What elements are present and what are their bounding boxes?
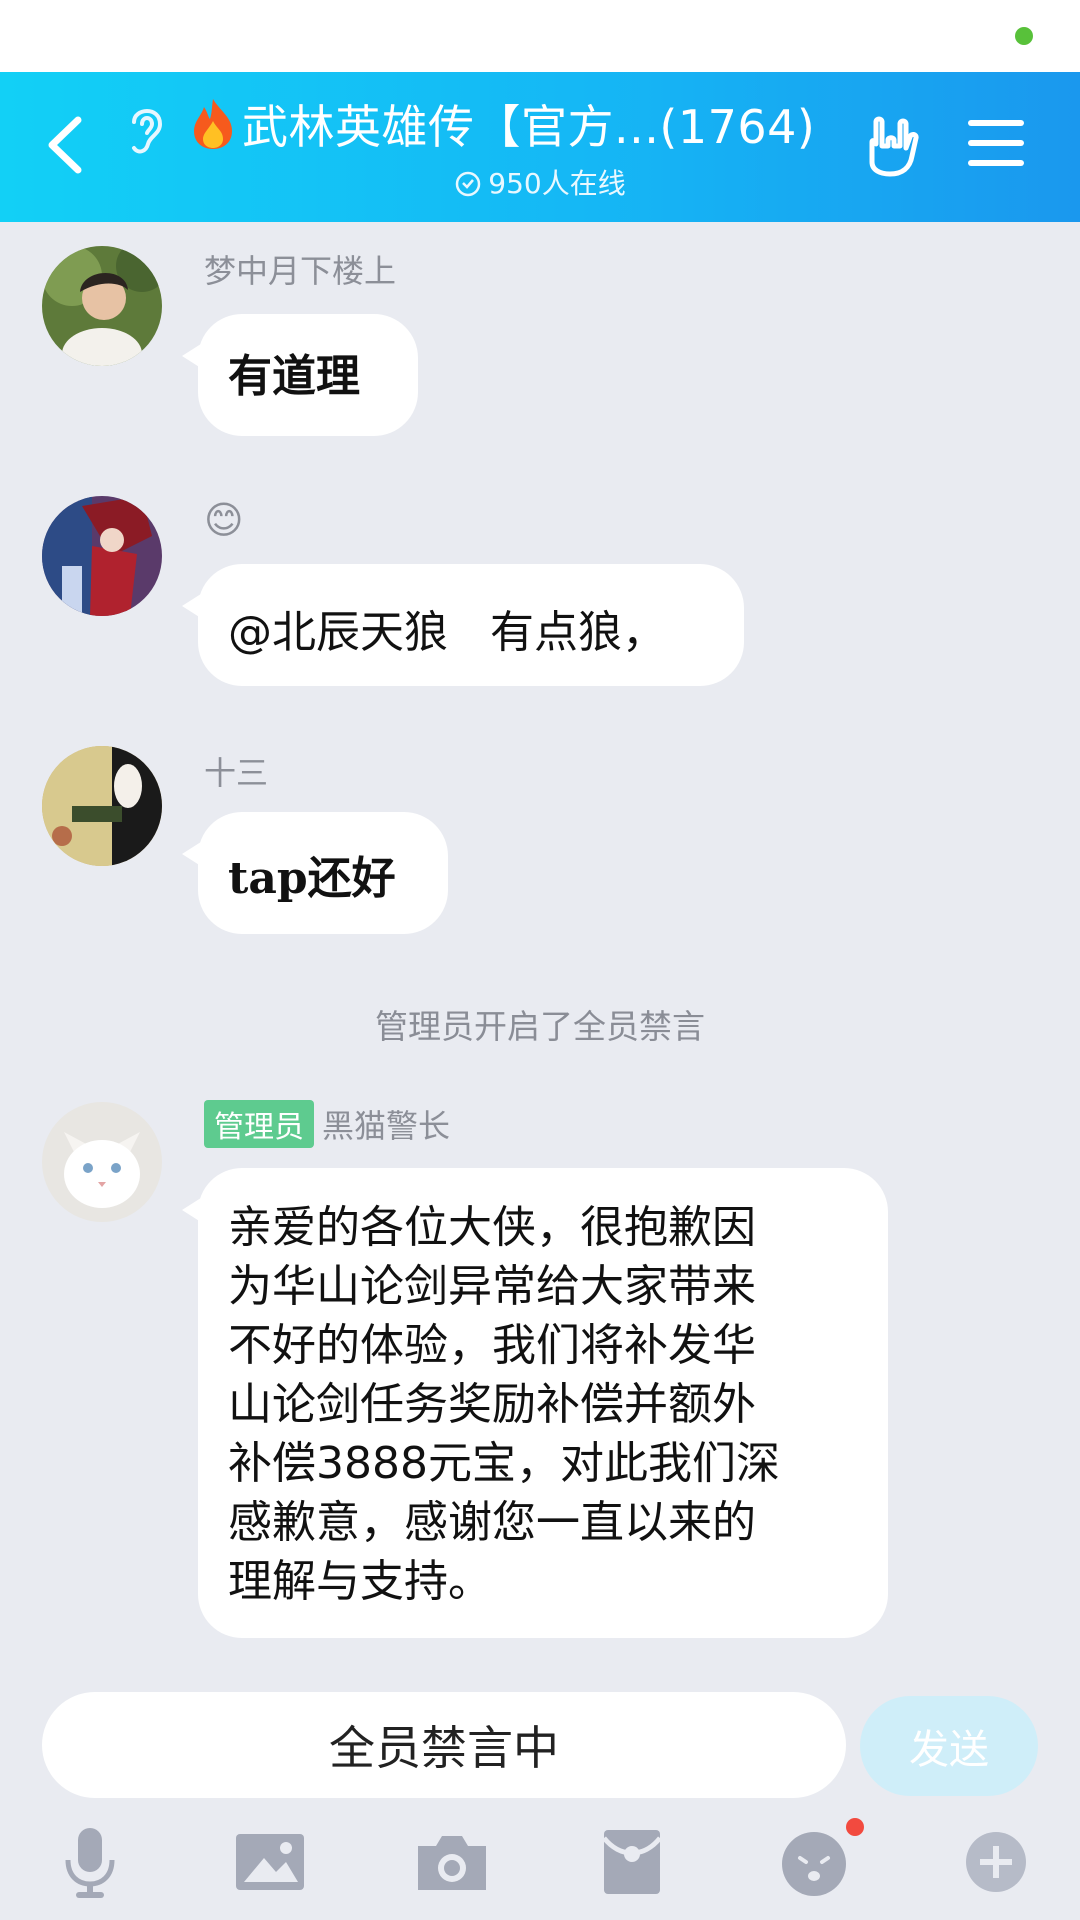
status-indicator-icon	[1015, 27, 1033, 45]
message-bubble[interactable]: 有道理	[182, 314, 418, 436]
message-bubble[interactable]: 亲爱的各位大侠，很抱歉因 为华山论剑异常给大家带来 不好的体验，我们将补发华 山…	[182, 1168, 888, 1638]
online-text: 950人在线	[488, 167, 626, 200]
camera-icon[interactable]	[414, 1824, 490, 1900]
notification-dot	[846, 1818, 864, 1836]
chat-header: 武林英雄传【官方...(1764) 950人在线	[0, 72, 1080, 222]
menu-icon[interactable]	[968, 120, 1024, 170]
user-avatar-icon	[42, 246, 162, 366]
title-row: 武林英雄传【官方...(1764)	[190, 94, 840, 154]
avatar[interactable]	[42, 496, 162, 616]
system-notice: 管理员开启了全员禁言	[375, 1007, 705, 1046]
online-check-icon	[456, 171, 481, 197]
message-line: 不好的体验，我们将补发华	[228, 1320, 756, 1371]
input-status-text: 全员禁言中	[329, 1721, 559, 1775]
message-input[interactable]: 全员禁言中	[42, 1692, 846, 1798]
sender-name: 😊	[204, 498, 244, 542]
group-title[interactable]: 武林英雄传【官方...(1764)	[242, 91, 815, 157]
send-label: 发送	[909, 1727, 989, 1773]
status-bar	[0, 0, 1080, 72]
message-line: 补偿3888元宝，对此我们深	[228, 1438, 780, 1489]
message-bubble[interactable]: @北辰天狼 有点狼，	[182, 564, 744, 686]
message-line: 山论剑任务奖励补偿并额外	[228, 1379, 756, 1430]
message-text: 有道理	[228, 351, 360, 402]
admin-badge: 管理员	[204, 1100, 314, 1148]
message-line: 亲爱的各位大侠，很抱歉因	[228, 1202, 756, 1253]
sender-name: 十三	[204, 754, 269, 792]
message-line: 理解与支持。	[228, 1556, 492, 1607]
cat-avatar-icon	[42, 1102, 162, 1222]
message-line: 为华山论剑异常给大家带来	[228, 1261, 756, 1312]
avatar[interactable]	[42, 246, 162, 366]
ear-icon[interactable]	[120, 100, 170, 160]
message-text: tap还好	[228, 853, 396, 904]
message-text: @北辰天狼 有点狼，	[228, 607, 666, 658]
emoji-icon[interactable]	[776, 1824, 852, 1900]
sender-name: 梦中月下楼上	[204, 252, 397, 290]
user-avatar-icon	[42, 746, 162, 866]
microphone-icon[interactable]	[52, 1824, 128, 1900]
image-icon[interactable]	[232, 1824, 308, 1900]
plus-icon[interactable]	[958, 1824, 1034, 1900]
hand-gesture-icon[interactable]	[858, 112, 924, 178]
fire-icon	[194, 99, 232, 149]
avatar[interactable]	[42, 746, 162, 866]
message-bubble[interactable]: tap还好	[182, 812, 448, 934]
send-button[interactable]: 发送	[860, 1696, 1038, 1796]
message-line: 感歉意，感谢您一直以来的	[228, 1497, 756, 1548]
sender-name: 黑猫警长	[322, 1107, 451, 1145]
avatar[interactable]	[42, 1102, 162, 1222]
red-packet-icon[interactable]	[594, 1824, 670, 1900]
user-avatar-icon	[42, 496, 162, 616]
admin-sender-row: 管理员 黑猫警长	[204, 1100, 450, 1148]
